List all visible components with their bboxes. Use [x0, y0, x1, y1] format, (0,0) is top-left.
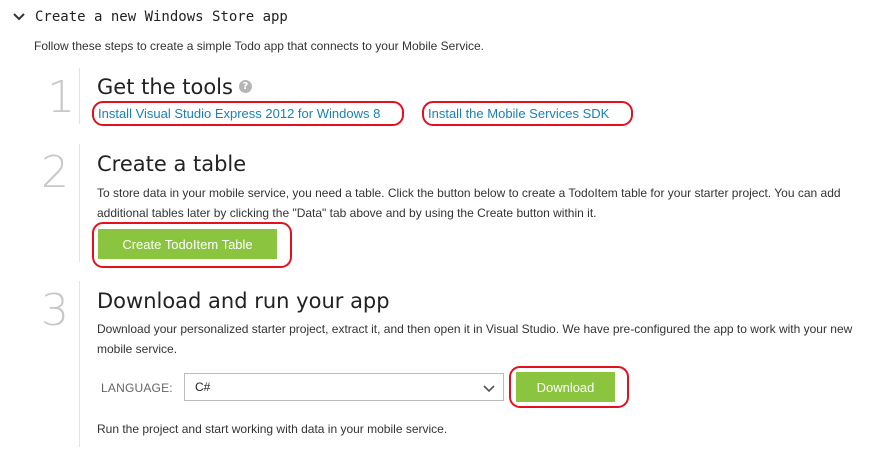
language-label: LANGUAGE: [101, 381, 173, 395]
step-title-text: Get the tools [97, 75, 233, 99]
highlight-annotation [92, 222, 292, 268]
highlight-annotation [509, 366, 629, 408]
step-description: To store data in your mobile service, yo… [97, 186, 841, 220]
step-description: Download your personalized starter proje… [97, 322, 853, 356]
step-number: 2 [41, 147, 69, 198]
chevron-down-icon [483, 385, 495, 393]
step-title: Download and run your app [97, 289, 390, 313]
step-divider [79, 281, 80, 447]
step-divider [79, 68, 80, 124]
step-footer-text: Run the project and start working with d… [97, 422, 448, 436]
section-intro: Follow these steps to create a simple To… [34, 39, 485, 53]
step-number: 3 [41, 285, 69, 336]
highlight-annotation [92, 101, 404, 126]
section-header[interactable]: Create a new Windows Store app [12, 6, 288, 28]
language-select[interactable]: C# [184, 373, 504, 401]
section-title: Create a new Windows Store app [35, 9, 288, 25]
step-divider [79, 144, 80, 262]
highlight-annotation [422, 101, 633, 126]
help-icon[interactable]: ? [238, 79, 252, 93]
step-title: Get the tools? [97, 75, 252, 99]
chevron-down-icon[interactable] [12, 10, 26, 24]
step-title: Create a table [97, 152, 247, 176]
language-select-value: C# [195, 380, 211, 394]
